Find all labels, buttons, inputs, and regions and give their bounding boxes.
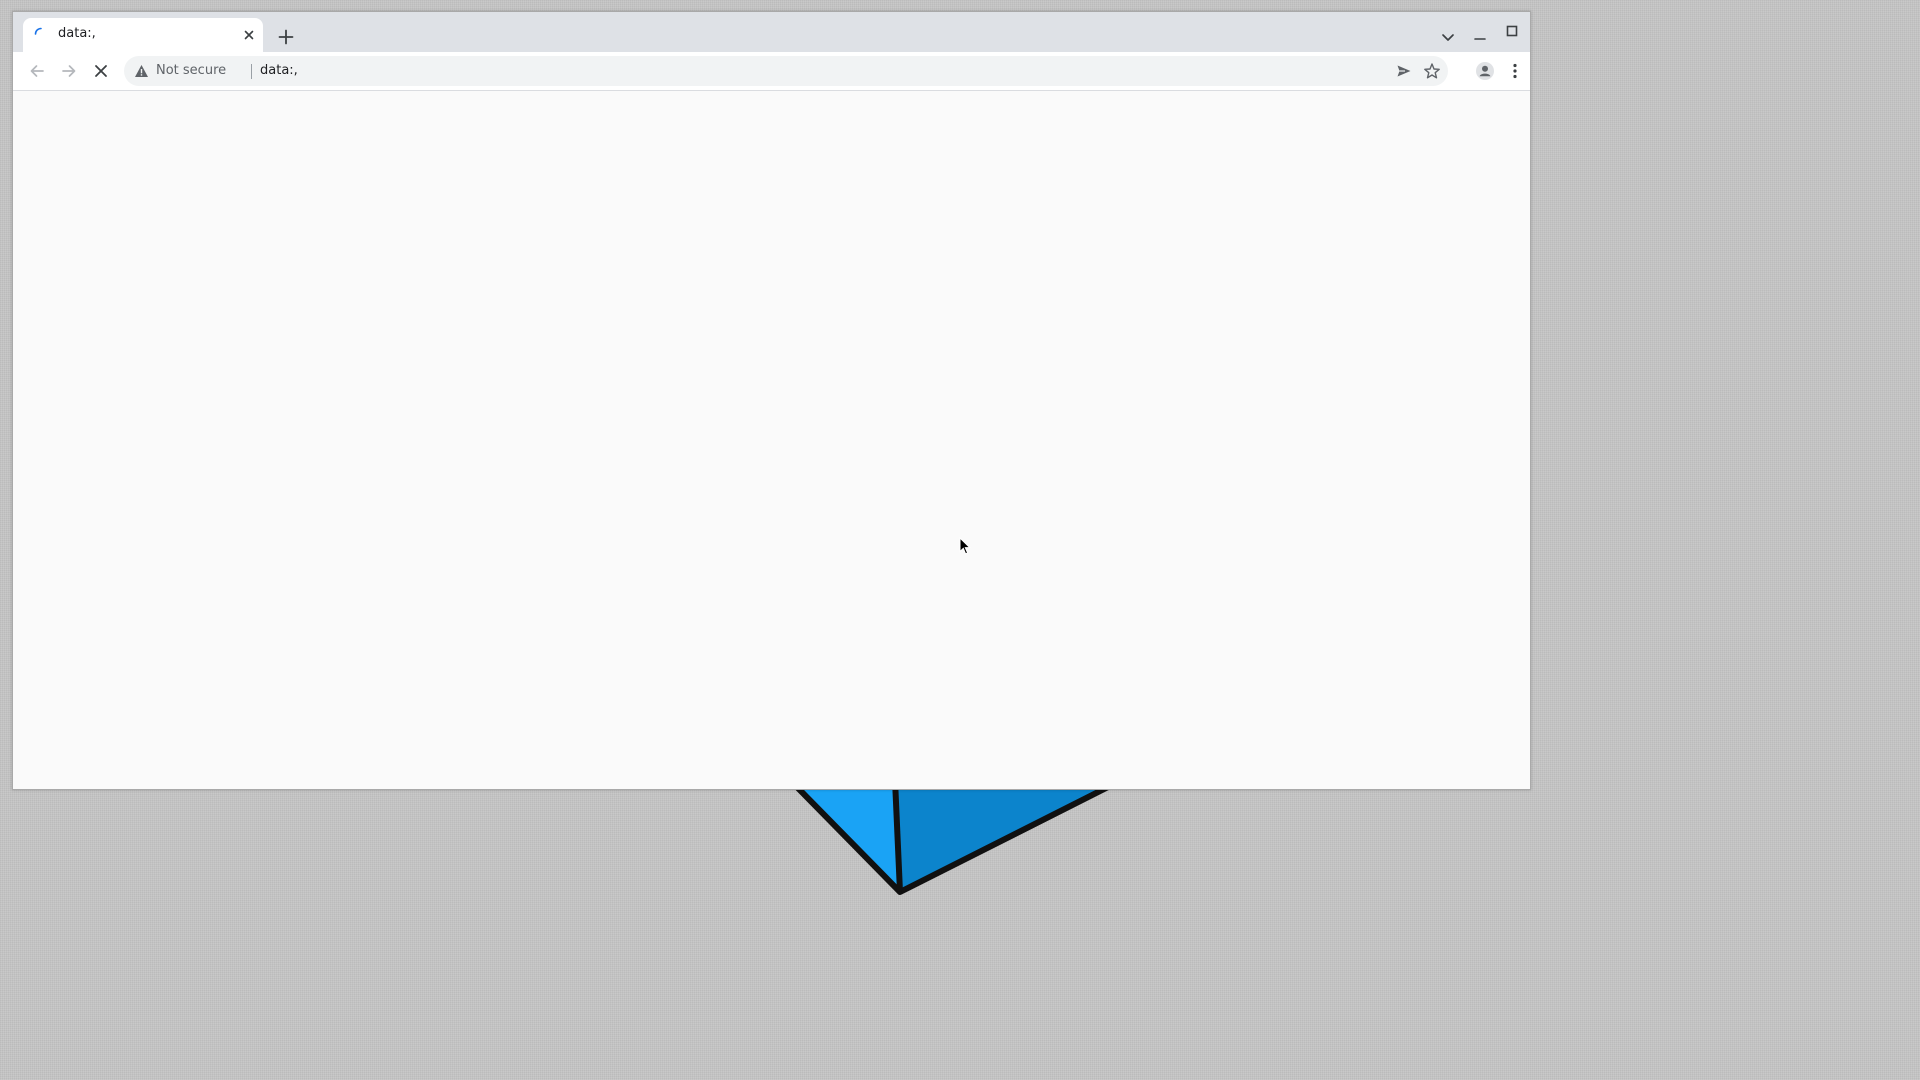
tab-strip: data:, <box>13 12 1530 52</box>
forward-arrow-icon[interactable] <box>59 61 79 81</box>
new-tab-plus-icon[interactable] <box>275 26 297 48</box>
warning-icon[interactable] <box>134 64 149 78</box>
page-content-area[interactable] <box>13 91 1530 789</box>
tab-title: data:, <box>58 26 96 41</box>
bookmark-star-icon[interactable] <box>1423 62 1441 80</box>
browser-window: data:, Not secure data:, <box>12 11 1531 790</box>
maximize-icon[interactable] <box>1501 20 1523 42</box>
desktop-pyramid-shape <box>789 780 1120 895</box>
url-text[interactable]: data:, <box>260 63 298 78</box>
browser-toolbar: Not secure data:, <box>13 52 1530 91</box>
minimize-icon[interactable] <box>1469 26 1491 48</box>
tab-search-chevron-down-icon[interactable] <box>1437 26 1459 48</box>
kebab-menu-icon[interactable] <box>1505 61 1525 81</box>
send-share-icon[interactable] <box>1395 62 1413 80</box>
tab-close-icon[interactable] <box>241 27 257 43</box>
mouse-cursor-icon <box>959 537 971 555</box>
loading-spinner-icon <box>34 27 42 35</box>
stop-loading-icon[interactable] <box>91 61 111 81</box>
tab-active[interactable]: data:, <box>23 18 263 52</box>
address-bar[interactable]: Not secure data:, <box>124 56 1448 86</box>
omnibox-divider <box>251 64 252 79</box>
profile-person-icon[interactable] <box>1475 61 1495 81</box>
back-arrow-icon[interactable] <box>27 61 47 81</box>
security-status-label[interactable]: Not secure <box>156 63 226 78</box>
